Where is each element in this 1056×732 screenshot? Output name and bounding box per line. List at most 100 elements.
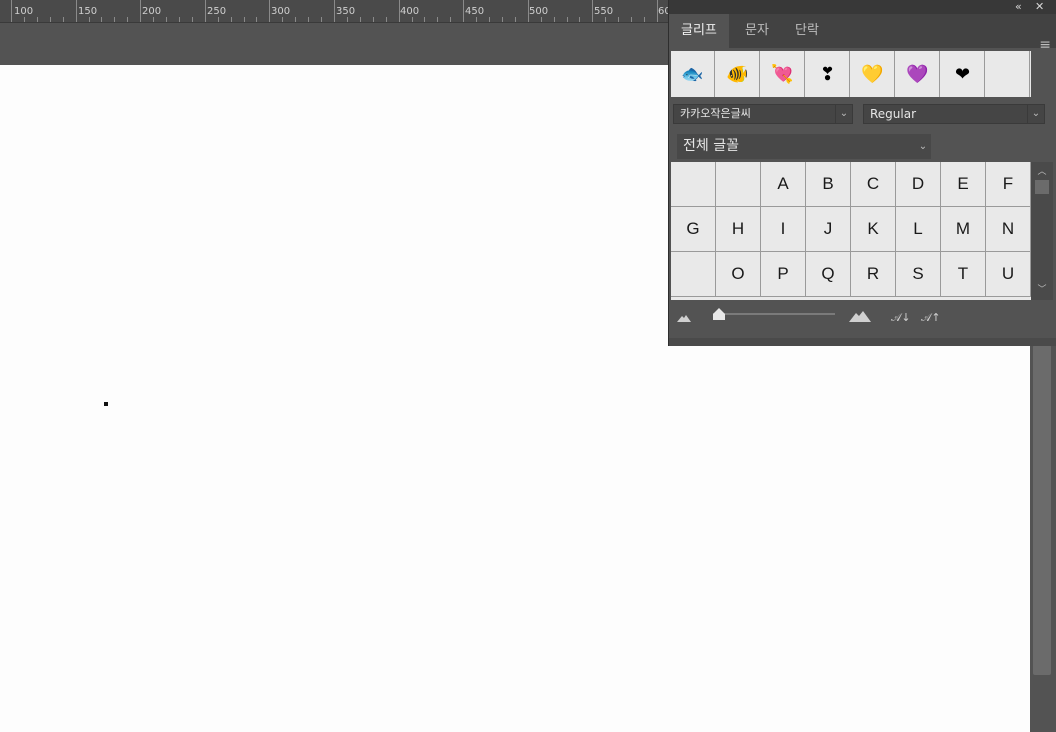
scrollbar-thumb[interactable]: [1035, 180, 1049, 194]
glyph-cell[interactable]: C: [851, 162, 896, 207]
ruler-major-tick: [140, 0, 141, 22]
ruler-major-tick: [76, 0, 77, 22]
ruler-minor-tick: [179, 17, 180, 22]
font-family-value: 카카오작은글씨: [680, 107, 751, 120]
recent-glyph[interactable]: 🐠: [716, 51, 760, 97]
glyph-cell[interactable]: I: [761, 207, 806, 252]
ruler-minor-tick: [37, 17, 38, 22]
ruler-label: 550: [594, 6, 614, 17]
ruler-minor-tick: [101, 17, 102, 22]
ruler-major-tick: [592, 0, 593, 22]
ruler-minor-tick: [424, 17, 425, 22]
glyph-cell[interactable]: [716, 162, 761, 207]
ruler-major-tick: [463, 0, 464, 22]
ruler-label: 200: [142, 6, 162, 17]
recent-glyph[interactable]: ❤: [941, 51, 985, 97]
recent-glyph[interactable]: 💜: [896, 51, 940, 97]
glyph-cell[interactable]: N: [986, 207, 1031, 252]
ruler-minor-tick: [63, 17, 64, 22]
chevron-down-icon: ⌄: [918, 141, 928, 152]
glyph-cell[interactable]: T: [941, 252, 986, 297]
glyphs-panel: « ✕ 글리프 문자 단락 ≡ 🐟 🐠 💘 ❣ 💛 💜 ❤ 카카오작은글씨 ⌄ …: [668, 0, 1056, 346]
ruler-minor-tick: [308, 17, 309, 22]
recent-glyph[interactable]: 💛: [851, 51, 895, 97]
glyph-cell[interactable]: E: [941, 162, 986, 207]
ruler-minor-tick: [476, 17, 477, 22]
recent-glyph[interactable]: [986, 51, 1030, 97]
ruler-minor-tick: [89, 17, 90, 22]
ruler-label: 300: [271, 6, 291, 17]
glyph-cell[interactable]: H: [716, 207, 761, 252]
scroll-down-icon[interactable]: ﹀: [1031, 282, 1053, 295]
recently-used-glyphs: 🐟 🐠 💘 ❣ 💛 💜 ❤: [671, 51, 1031, 97]
ruler-minor-tick: [166, 17, 167, 22]
slider-handle[interactable]: [713, 308, 725, 320]
ruler-minor-tick: [515, 17, 516, 22]
ruler-major-tick: [205, 0, 206, 22]
ruler-minor-tick: [631, 17, 632, 22]
glyph-cell[interactable]: R: [851, 252, 896, 297]
recent-glyph[interactable]: ❣: [806, 51, 850, 97]
ruler-minor-tick: [231, 17, 232, 22]
ruler-minor-tick: [24, 17, 25, 22]
recent-glyph[interactable]: 💘: [761, 51, 805, 97]
glyph-cell[interactable]: A: [761, 162, 806, 207]
glyph-cell[interactable]: K: [851, 207, 896, 252]
ruler-minor-tick: [373, 17, 374, 22]
glyph-cell[interactable]: S: [896, 252, 941, 297]
panel-title-bar[interactable]: « ✕: [669, 0, 1056, 14]
glyph-cell[interactable]: M: [941, 207, 986, 252]
glyph-cell[interactable]: U: [986, 252, 1031, 297]
ruler-minor-tick: [437, 17, 438, 22]
glyph-cell[interactable]: P: [761, 252, 806, 297]
scroll-up-icon[interactable]: ︿: [1031, 164, 1053, 177]
text-insertion-point: [104, 402, 108, 406]
glyph-filter-dropdown[interactable]: 전체 글꼴 ⌄: [677, 134, 931, 159]
ruler-minor-tick: [192, 17, 193, 22]
glyph-size-slider[interactable]: [713, 313, 835, 315]
recent-glyph[interactable]: 🐟: [671, 51, 715, 97]
glyph-cell[interactable]: J: [806, 207, 851, 252]
ruler-label: 500: [529, 6, 549, 17]
scrollbar-thumb[interactable]: [1033, 345, 1051, 675]
chevron-down-icon: ⌄: [835, 105, 852, 123]
tab-glyphs[interactable]: 글리프: [669, 14, 729, 48]
glyph-cell[interactable]: L: [896, 207, 941, 252]
tab-paragraph[interactable]: 단락: [783, 14, 831, 48]
ruler-minor-tick: [218, 17, 219, 22]
double-chevron-icon[interactable]: «: [1015, 0, 1022, 14]
font-style-dropdown[interactable]: Regular ⌄: [863, 104, 1045, 124]
hamburger-menu-icon[interactable]: ≡: [1039, 28, 1051, 62]
glyph-cell[interactable]: F: [986, 162, 1031, 207]
ruler-minor-tick: [386, 17, 387, 22]
ruler-major-tick: [269, 0, 270, 22]
ruler-minor-tick: [489, 17, 490, 22]
ruler-minor-tick: [541, 17, 542, 22]
glyph-filter-value: 전체 글꼴: [683, 138, 739, 154]
glyph-cell[interactable]: [671, 162, 716, 207]
glyph-cell[interactable]: D: [896, 162, 941, 207]
glyph-decrease-icon[interactable]: 𝒜↓: [891, 311, 911, 325]
ruler-label: 150: [78, 6, 98, 17]
font-family-dropdown[interactable]: 카카오작은글씨 ⌄: [673, 104, 853, 124]
ruler-label: 350: [336, 6, 356, 17]
ruler-minor-tick: [321, 17, 322, 22]
ruler-minor-tick: [618, 17, 619, 22]
glyph-grid-scrollbar[interactable]: ︿ ﹀: [1031, 162, 1053, 300]
close-icon[interactable]: ✕: [1035, 0, 1044, 14]
small-mountain-icon[interactable]: [677, 314, 691, 322]
ruler-label: 400: [400, 6, 420, 17]
glyph-cell[interactable]: [671, 252, 716, 297]
glyph-cell[interactable]: Q: [806, 252, 851, 297]
glyph-increase-icon[interactable]: 𝒜↑: [921, 311, 941, 325]
ruler-minor-tick: [256, 17, 257, 22]
glyph-cell[interactable]: O: [716, 252, 761, 297]
glyph-cell[interactable]: G: [671, 207, 716, 252]
chevron-down-icon: ⌄: [1027, 105, 1044, 123]
glyph-cell[interactable]: B: [806, 162, 851, 207]
glyph-grid: A B C D E F G H I J K L M N O P Q R S T …: [671, 162, 1031, 300]
ruler-minor-tick: [114, 17, 115, 22]
panel-resize-grip[interactable]: [669, 338, 1056, 346]
large-mountain-icon[interactable]: [849, 311, 871, 322]
tab-character[interactable]: 문자: [733, 14, 781, 48]
